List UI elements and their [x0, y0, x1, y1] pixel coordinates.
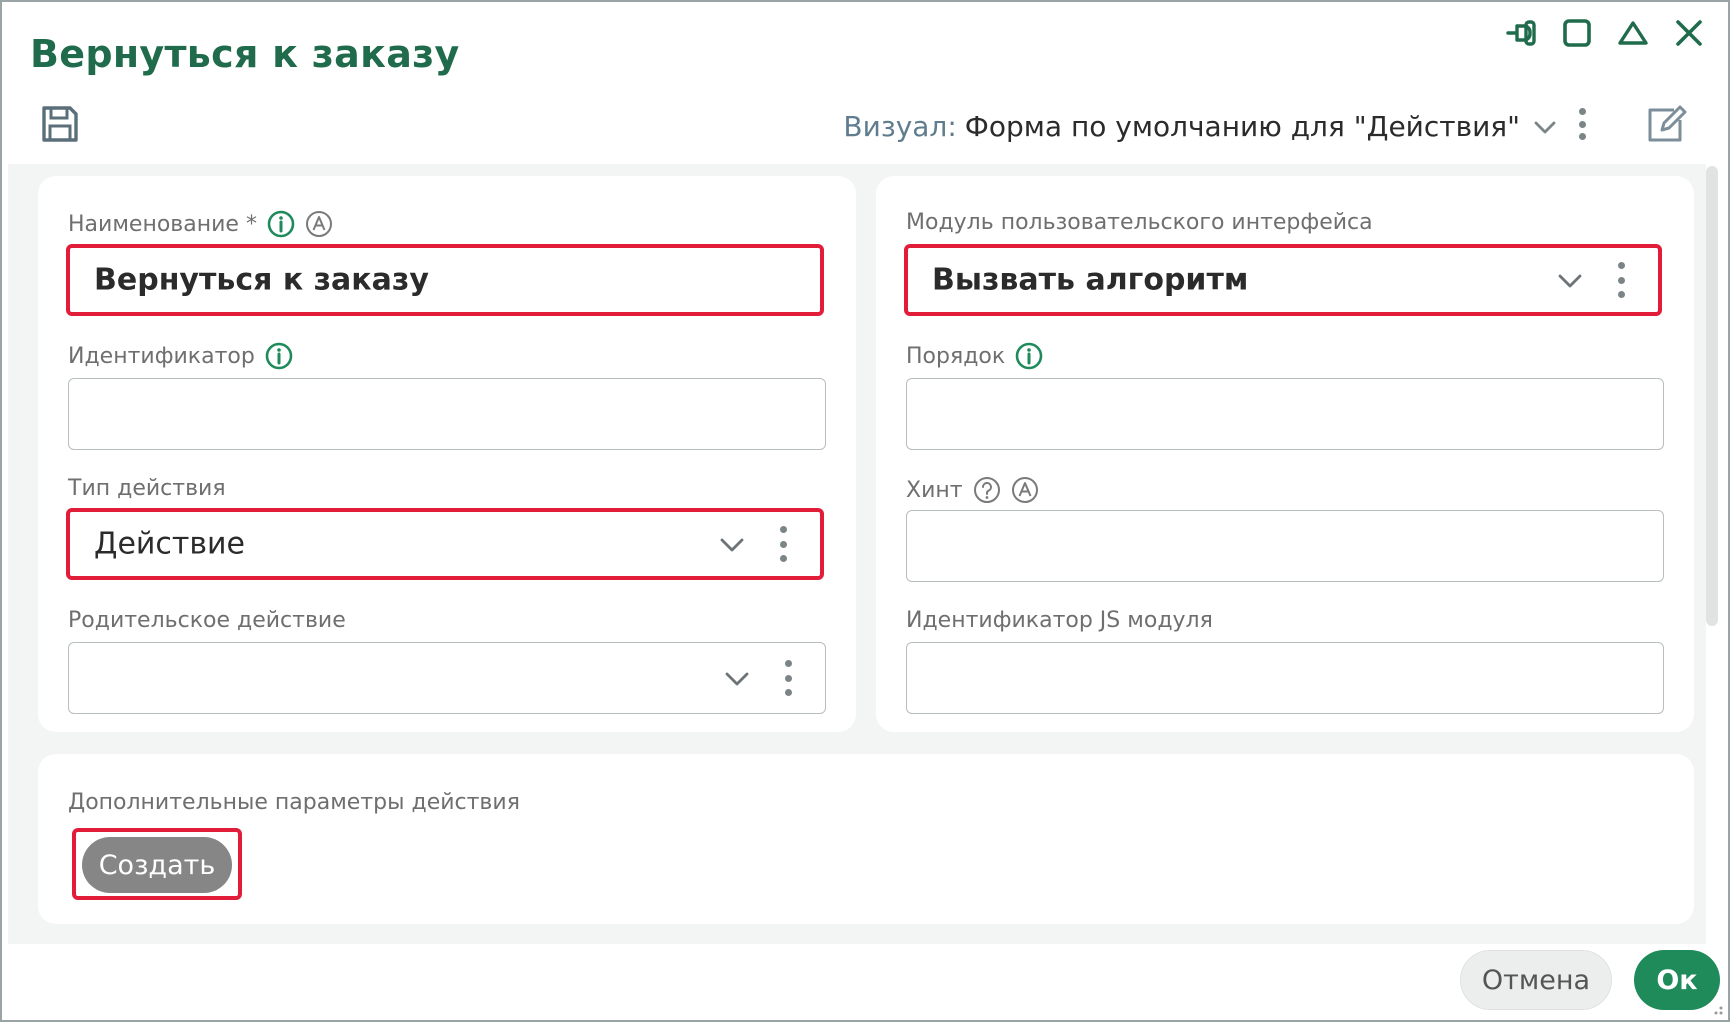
translate-icon[interactable] — [305, 210, 333, 238]
visual-value: Форма по умолчанию для "Действия" — [965, 110, 1520, 143]
scrollbar[interactable] — [1706, 166, 1718, 626]
action-type-label: Тип действия — [68, 476, 226, 501]
name-label: Наименование * — [68, 210, 333, 238]
translate-icon[interactable] — [1011, 476, 1039, 504]
info-icon[interactable] — [265, 342, 293, 370]
more-options-icon[interactable] — [1572, 104, 1592, 144]
more-options-icon[interactable] — [776, 524, 790, 564]
chevron-down-icon[interactable] — [723, 664, 751, 692]
name-field[interactable]: Вернуться к заказу — [66, 244, 824, 316]
extra-params-card — [38, 754, 1694, 924]
dialog-window: Вернуться к заказу Визуал: Форма по умол… — [0, 0, 1730, 1022]
more-options-icon[interactable] — [1614, 260, 1628, 300]
ui-module-value: Вызвать алгоритм — [932, 263, 1248, 298]
maximize-icon[interactable] — [1558, 14, 1596, 52]
collapse-icon[interactable] — [1614, 14, 1652, 52]
identifier-label: Идентификатор — [68, 342, 293, 370]
info-icon[interactable] — [267, 210, 295, 238]
ui-module-select[interactable]: Вызвать алгоритм — [904, 244, 1662, 316]
action-type-select[interactable]: Действие — [66, 508, 824, 580]
edit-icon[interactable] — [1644, 102, 1688, 146]
order-field[interactable] — [906, 378, 1664, 450]
js-module-id-field[interactable] — [906, 642, 1664, 714]
visual-label: Визуал: — [843, 110, 956, 143]
create-button[interactable]: Создать — [82, 837, 232, 893]
js-module-id-label: Идентификатор JS модуля — [906, 608, 1213, 633]
ui-module-label: Модуль пользовательского интерфейса — [906, 210, 1373, 235]
parent-action-label: Родительское действие — [68, 608, 346, 633]
name-value: Вернуться к заказу — [94, 263, 429, 298]
cancel-button[interactable]: Отмена — [1460, 950, 1612, 1010]
visual-selector[interactable]: Визуал: Форма по умолчанию для "Действия… — [843, 110, 1558, 143]
chevron-down-icon[interactable] — [718, 530, 746, 558]
hint-field[interactable] — [906, 510, 1664, 582]
dialog-title: Вернуться к заказу — [30, 32, 460, 76]
extra-params-label: Дополнительные параметры действия — [68, 790, 520, 815]
pin-icon[interactable] — [1502, 14, 1540, 52]
action-type-value: Действие — [94, 527, 245, 562]
resize-grip-icon[interactable] — [1708, 1000, 1724, 1016]
chevron-down-icon[interactable] — [1532, 114, 1558, 140]
close-icon[interactable] — [1670, 14, 1708, 52]
identifier-field[interactable] — [68, 378, 826, 450]
create-button-highlight: Создать — [72, 828, 242, 900]
info-icon[interactable] — [1015, 342, 1043, 370]
chevron-down-icon[interactable] — [1556, 266, 1584, 294]
help-icon[interactable] — [973, 476, 1001, 504]
save-icon[interactable] — [38, 102, 82, 146]
more-options-icon[interactable] — [781, 658, 795, 698]
hint-label: Хинт — [906, 476, 1039, 504]
window-controls — [1502, 14, 1708, 52]
parent-action-select[interactable] — [68, 642, 826, 714]
order-label: Порядок — [906, 342, 1043, 370]
